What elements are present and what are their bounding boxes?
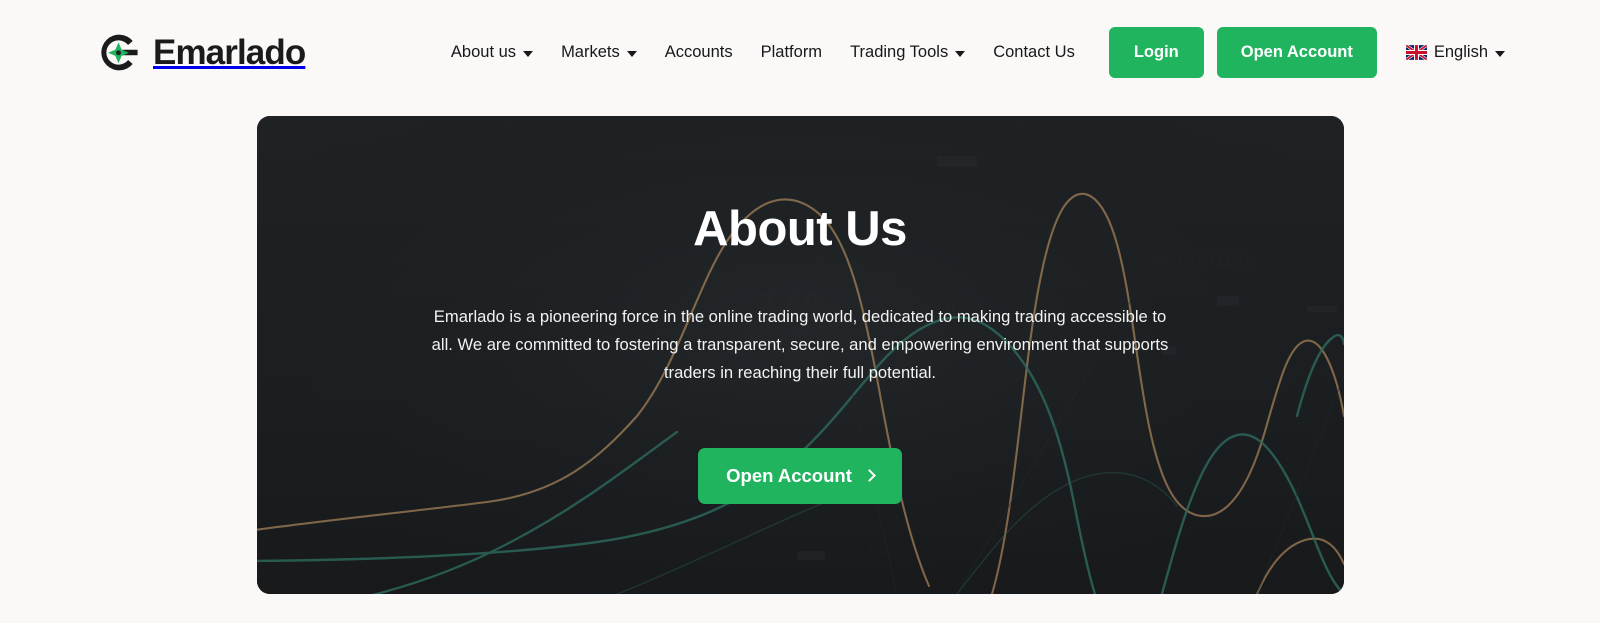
nav-item-trading-tools[interactable]: Trading Tools [836, 34, 979, 71]
chevron-down-icon [955, 50, 966, 57]
nav-item-contact-us[interactable]: Contact Us [979, 34, 1089, 71]
open-account-button-hero[interactable]: Open Account [698, 448, 902, 505]
nav-item-label: About us [450, 43, 517, 62]
nav-item-markets[interactable]: Markets [547, 34, 651, 71]
nav-item-platform[interactable]: Platform [747, 34, 836, 71]
nav-item-about-us[interactable]: About us [437, 34, 547, 71]
main-content: 1.AA 00.1 A.10191101 00.100 10011 0011 [0, 105, 1600, 594]
chevron-down-icon [523, 50, 534, 57]
login-button[interactable]: Login [1108, 27, 1204, 78]
about-us-hero-panel: 1.AA 00.1 A.10191101 00.100 10011 0011 [256, 116, 1344, 594]
hero-content: About Us Emarlado is a pioneering force … [257, 116, 1344, 594]
brand-name: Emarlado [153, 33, 306, 72]
nav-item-label: Markets [561, 43, 620, 62]
header-right-cluster: About us Markets Accounts Platform Tradi… [305, 27, 1505, 78]
chevron-right-icon [862, 469, 876, 482]
nav-item-accounts[interactable]: Accounts [651, 34, 747, 71]
brand-logo[interactable]: Emarlado [95, 29, 306, 76]
site-header: Emarlado About us Markets Accounts Platf… [0, 0, 1600, 105]
page-title: About Us [693, 202, 907, 256]
uk-flag-icon [1405, 45, 1427, 60]
chevron-down-icon [626, 50, 637, 57]
nav-item-label: Accounts [664, 43, 733, 62]
open-account-label: Open Account [726, 464, 852, 486]
chevron-down-icon [1495, 50, 1505, 57]
nav-item-label: Contact Us [993, 43, 1075, 62]
main-navigation: About us Markets Accounts Platform Tradi… [437, 34, 1089, 71]
open-account-button-header[interactable]: Open Account [1216, 27, 1377, 78]
language-label: English [1433, 43, 1488, 62]
hero-description: Emarlado is a pioneering force in the on… [431, 307, 1169, 383]
emarlado-logo-icon [101, 34, 138, 71]
nav-item-label: Platform [760, 43, 823, 62]
language-selector[interactable]: English [1405, 43, 1505, 62]
nav-item-label: Trading Tools [850, 43, 949, 62]
